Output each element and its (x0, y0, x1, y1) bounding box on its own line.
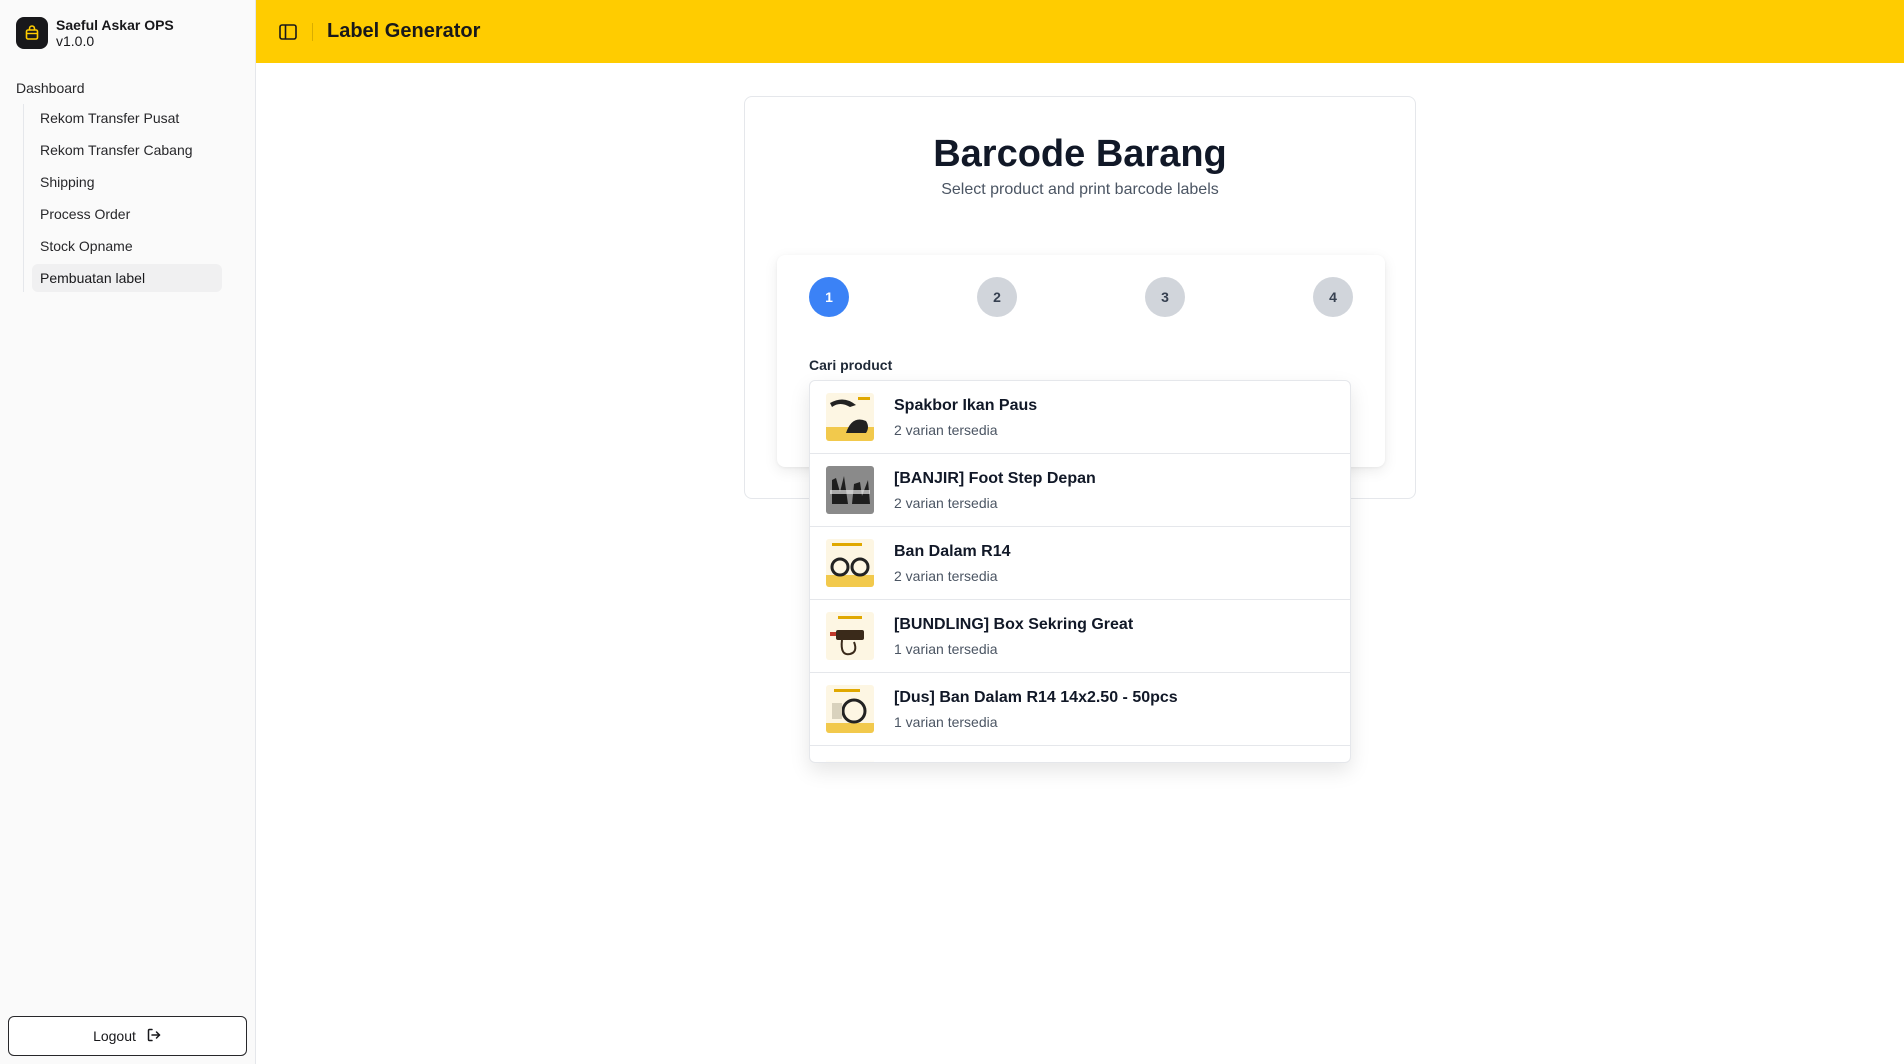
topbar: Label Generator (256, 0, 1904, 63)
list-item-text: Ban Dalam R14 2 varian tersedia (894, 542, 1011, 584)
logout-label: Logout (93, 1028, 136, 1044)
sidebar-item-rekom-transfer-cabang[interactable]: Rekom Transfer Cabang (32, 136, 222, 164)
card-title: Barcode Barang (933, 133, 1227, 175)
list-item[interactable]: [BANJIR] Foot Step Depan 2 varian tersed… (810, 454, 1350, 527)
sidebar: Saeful Askar OPS v1.0.0 Dashboard Rekom … (0, 0, 256, 1064)
page-title: Label Generator (327, 20, 481, 42)
list-item-text: [BANJIR] Foot Step Depan 2 varian tersed… (894, 469, 1096, 511)
list-item-text: Spakbor Ikan Paus 2 varian tersedia (894, 396, 1037, 438)
brand-name: Saeful Askar OPS (56, 16, 174, 33)
product-thumbnail (826, 539, 874, 587)
variant-count: 2 varian tersedia (894, 495, 998, 511)
brand-text: Saeful Askar OPS v1.0.0 (56, 17, 174, 49)
product-thumbnail (826, 393, 874, 441)
nav-submenu: Rekom Transfer Pusat Rekom Transfer Caba… (23, 104, 247, 292)
product-dropdown: Spakbor Ikan Paus 2 varian tersedia [BAN… (809, 380, 1351, 763)
sidebar-item-rekom-transfer-pusat[interactable]: Rekom Transfer Pusat (32, 104, 222, 132)
product-thumbnail (826, 746, 874, 762)
list-item-partial[interactable] (810, 746, 1350, 762)
logout-icon (146, 1027, 162, 1046)
stepper: 1 2 3 4 (809, 277, 1353, 317)
product-name: Spakbor Ikan Paus (894, 397, 1038, 414)
list-item-text: [Dus] Ban Dalam R14 14x2.50 - 50pcs 1 va… (894, 688, 1178, 730)
product-name: [BANJIR] Foot Step Depan (894, 470, 1096, 487)
search-label: Cari product (809, 357, 893, 373)
product-name: [Dus] Ban Dalam R14 14x2.50 - 50pcs (894, 689, 1178, 706)
list-item-text: [BUNDLING] Box Sekring Great 1 varian te… (894, 615, 1133, 657)
sidebar-item-process-order[interactable]: Process Order (32, 200, 222, 228)
list-item[interactable]: Ban Dalam R14 2 varian tersedia (810, 527, 1350, 600)
topbar-divider (312, 22, 313, 41)
sidebar-item-stock-opname[interactable]: Stock Opname (32, 232, 222, 260)
list-item[interactable]: Spakbor Ikan Paus 2 varian tersedia (810, 381, 1350, 454)
sidebar-item-pembuatan-label[interactable]: Pembuatan label (32, 264, 222, 292)
app-root: Saeful Askar OPS v1.0.0 Dashboard Rekom … (0, 0, 1904, 1064)
logout-button[interactable]: Logout (8, 1016, 247, 1056)
step-2[interactable]: 2 (977, 277, 1017, 317)
product-name: [BUNDLING] Box Sekring Great (894, 616, 1134, 633)
shopping-bag-icon (16, 16, 48, 49)
brand[interactable]: Saeful Askar OPS v1.0.0 (0, 0, 255, 50)
variant-count: 2 varian tersedia (894, 568, 998, 584)
step-4[interactable]: 4 (1313, 277, 1353, 317)
variant-count: 1 varian tersedia (894, 714, 998, 730)
variant-count: 2 varian tersedia (894, 422, 998, 438)
sidebar-toggle-icon[interactable] (272, 16, 304, 48)
product-thumbnail (826, 466, 874, 514)
sidebar-nav: Dashboard Rekom Transfer Pusat Rekom Tra… (0, 78, 255, 292)
step-1[interactable]: 1 (809, 277, 849, 317)
main-area: Label Generator Barcode Barang Select pr… (256, 0, 1904, 1064)
list-item[interactable]: [BUNDLING] Box Sekring Great 1 varian te… (810, 600, 1350, 673)
variant-count: 1 varian tersedia (894, 641, 998, 657)
list-item[interactable]: [Dus] Ban Dalam R14 14x2.50 - 50pcs 1 va… (810, 673, 1350, 746)
sidebar-item-shipping[interactable]: Shipping (32, 168, 222, 196)
nav-group-dashboard[interactable]: Dashboard (8, 78, 247, 98)
product-thumbnail (826, 612, 874, 660)
card-subtitle: Select product and print barcode labels (941, 181, 1219, 198)
brand-version: v1.0.0 (56, 32, 95, 49)
product-name: Ban Dalam R14 (894, 543, 1011, 560)
step-3[interactable]: 3 (1145, 277, 1185, 317)
product-thumbnail (826, 685, 874, 733)
